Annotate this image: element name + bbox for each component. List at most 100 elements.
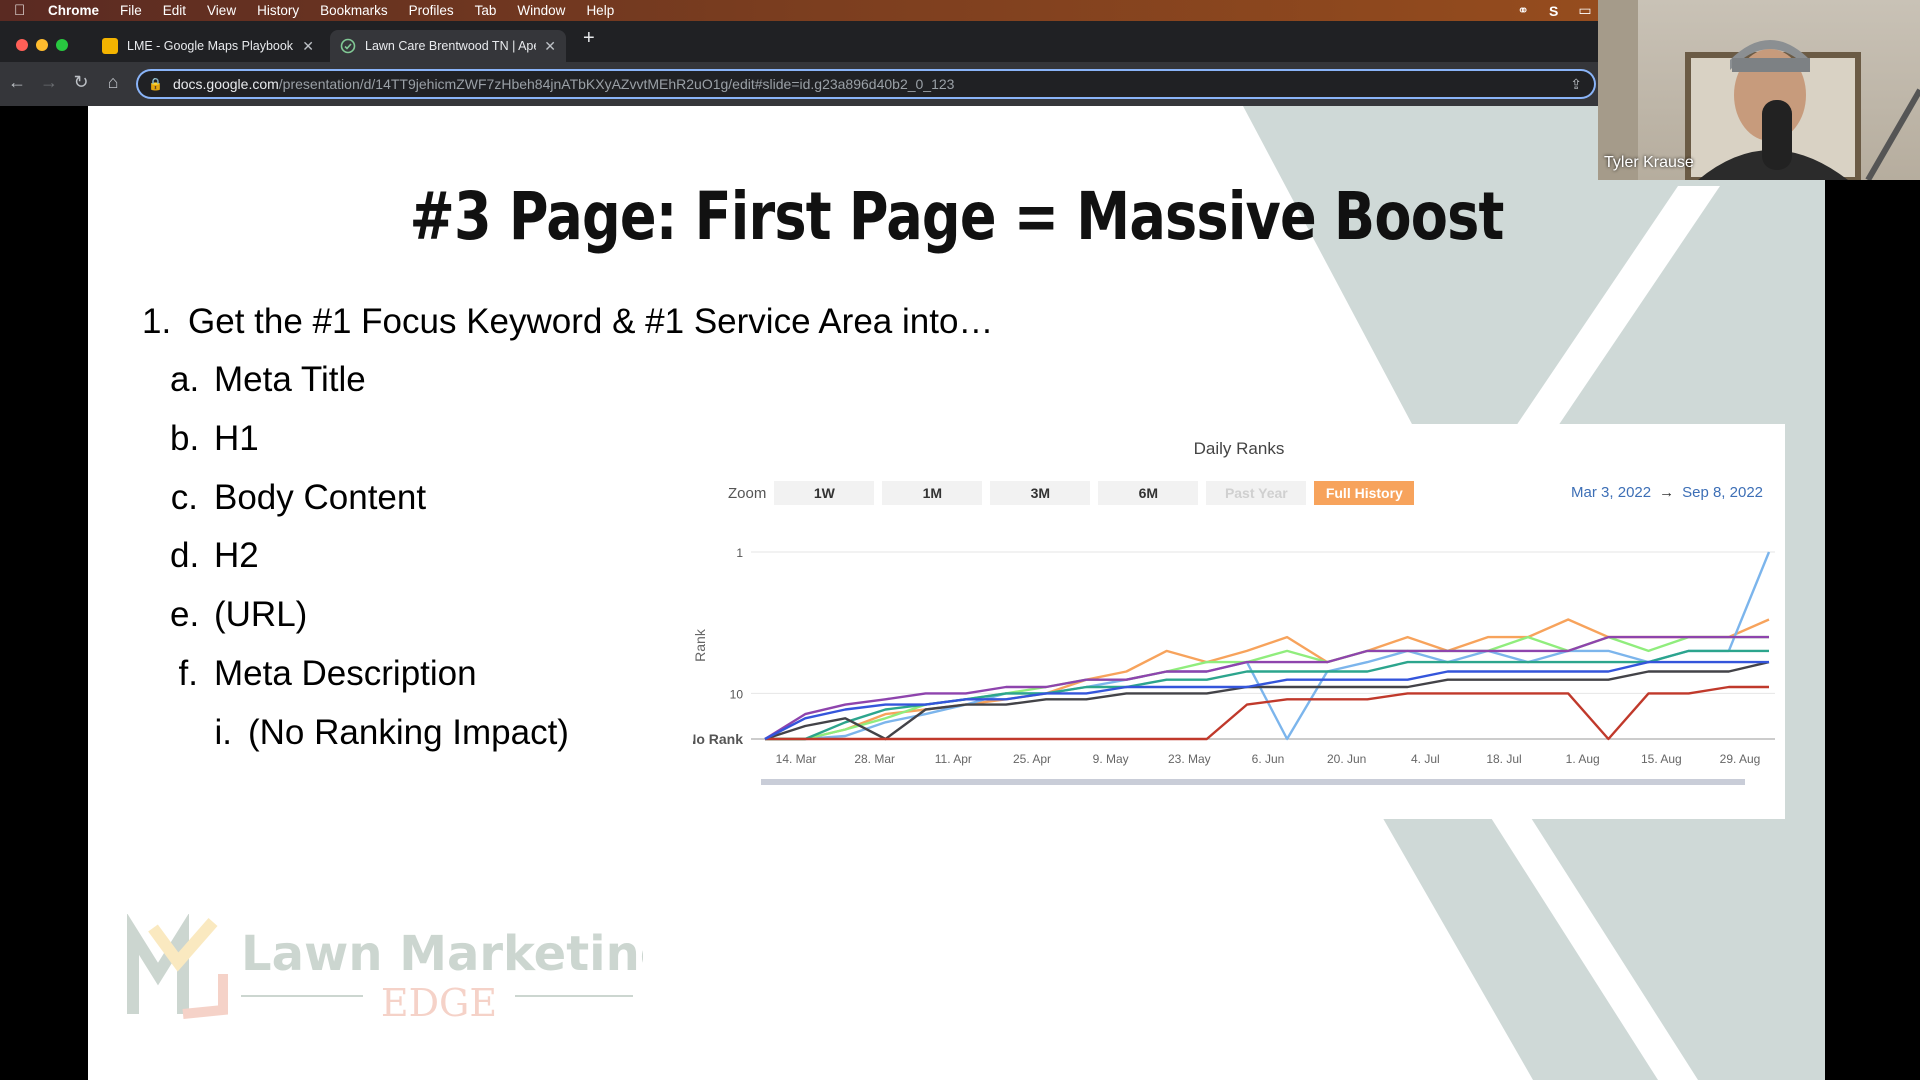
site-favicon-icon xyxy=(340,38,356,54)
bullet-text: H1 xyxy=(214,419,259,458)
series-line-7 xyxy=(765,685,1769,741)
url-path: /presentation/d/14TT9jehicmZWF7zHbeh84jn… xyxy=(278,76,955,92)
tab-google-maps-playbook[interactable]: LME - Google Maps Playbook V ✕ xyxy=(92,30,324,62)
bullet-b: b. H1 xyxy=(170,419,259,459)
bullet-f: f. Meta Description xyxy=(170,654,477,694)
zoom-6m-button[interactable]: 6M xyxy=(1098,481,1199,505)
close-tab-icon[interactable]: ✕ xyxy=(302,38,314,55)
bullet-marker: 1. xyxy=(142,302,172,341)
tab-title: Lawn Care Brentwood TN | Apex xyxy=(365,39,537,53)
display-icon[interactable]: ▭ xyxy=(1578,2,1591,19)
date-range[interactable]: Mar 3, 2022 → Sep 8, 2022 xyxy=(1571,484,1763,501)
webcam-person-image xyxy=(1598,0,1920,180)
bullet-text: H2 xyxy=(214,536,259,575)
webcam-overlay: Tyler Krause xyxy=(1598,0,1920,180)
bullet-text: Meta Description xyxy=(214,654,477,693)
menu-app-name[interactable]: Chrome xyxy=(48,3,99,18)
reload-icon[interactable]: ↻ xyxy=(70,72,92,93)
series-line-5 xyxy=(765,649,1769,741)
bullet-i: i. (No Ranking Impact) xyxy=(210,713,569,753)
x-tick-label: 6. Jun xyxy=(1252,752,1285,766)
daily-ranks-chart-panel: Daily Ranks Zoom 1W 1M 3M 6M Past Year F… xyxy=(693,424,1785,819)
close-window-icon[interactable] xyxy=(16,39,28,51)
bullet-1: 1. Get the #1 Focus Keyword & #1 Service … xyxy=(142,302,993,342)
menu-view[interactable]: View xyxy=(207,3,236,18)
bullet-marker: f. xyxy=(178,654,198,693)
y-tick-label: No Rank xyxy=(693,731,743,747)
tab-lawn-care-brentwood[interactable]: Lawn Care Brentwood TN | Apex ✕ xyxy=(330,30,566,62)
x-tick-label: 15. Aug xyxy=(1641,752,1682,766)
skype-icon[interactable]: S xyxy=(1549,3,1558,19)
slide-title: #3 Page: First Page = Massive Boost xyxy=(409,178,1504,255)
series-line-3 xyxy=(765,635,1769,741)
zoom-controls: Zoom 1W 1M 3M 6M Past Year Full History xyxy=(728,481,1415,505)
menu-profiles[interactable]: Profiles xyxy=(409,3,454,18)
bullet-text: (URL) xyxy=(214,595,308,634)
back-icon[interactable]: ← xyxy=(6,72,28,93)
bullet-a: a. Meta Title xyxy=(170,360,366,400)
y-tick-label: 1 xyxy=(736,546,743,560)
apple-icon[interactable]:  xyxy=(14,2,32,19)
minimize-window-icon[interactable] xyxy=(36,39,48,51)
bullet-text: (No Ranking Impact) xyxy=(248,713,569,752)
menu-window[interactable]: Window xyxy=(517,3,565,18)
bullet-c: c. Body Content xyxy=(170,478,426,518)
series-line-8 xyxy=(764,660,1769,741)
x-tick-label: 29. Aug xyxy=(1720,752,1761,766)
bullet-marker: b. xyxy=(170,419,200,458)
menu-file[interactable]: File xyxy=(120,3,142,18)
bullet-e: e. (URL) xyxy=(170,595,307,635)
zoom-3m-button[interactable]: 3M xyxy=(990,481,1091,505)
close-tab-icon[interactable]: ✕ xyxy=(544,38,556,55)
maximize-window-icon[interactable] xyxy=(56,39,68,51)
bullet-marker: a. xyxy=(170,360,200,399)
tab-title: LME - Google Maps Playbook V xyxy=(127,39,295,53)
date-from[interactable]: Mar 3, 2022 xyxy=(1571,484,1651,501)
zoom-1w-button[interactable]: 1W xyxy=(774,481,875,505)
address-bar[interactable]: 🔒 docs.google.com/presentation/d/14TT9je… xyxy=(136,69,1596,99)
series-line-2 xyxy=(765,551,1771,741)
bullet-marker: e. xyxy=(170,595,200,634)
x-tick-label: 25. Apr xyxy=(1013,752,1051,766)
lawn-marketing-edge-logo: Lawn Marketing EDGE xyxy=(127,914,643,1025)
menu-tab[interactable]: Tab xyxy=(475,3,497,18)
date-to[interactable]: Sep 8, 2022 xyxy=(1682,484,1763,501)
date-arrow: → xyxy=(1659,484,1675,501)
menu-history[interactable]: History xyxy=(257,3,299,18)
x-tick-label: 20. Jun xyxy=(1327,752,1366,766)
y-axis-label: Rank xyxy=(693,628,708,662)
chart-navigator xyxy=(761,779,1745,785)
bullet-marker: i. xyxy=(214,713,233,752)
series-line-6 xyxy=(764,660,1770,741)
zoom-past-year-button[interactable]: Past Year xyxy=(1206,481,1307,505)
bullet-text: Body Content xyxy=(214,478,427,517)
participant-name: Tyler Krause xyxy=(1604,154,1694,171)
x-tick-label: 28. Mar xyxy=(854,752,895,766)
zoom-full-history-button[interactable]: Full History xyxy=(1314,481,1415,505)
x-tick-label: 18. Jul xyxy=(1486,752,1521,766)
presentation-slide: #3 Page: First Page = Massive Boost 1. Ge… xyxy=(88,106,1825,1080)
lock-icon[interactable]: 🔒 xyxy=(148,77,163,91)
x-tick-label: 11. Apr xyxy=(935,752,972,766)
share-icon[interactable]: ⇪ xyxy=(1570,76,1582,93)
menu-edit[interactable]: Edit xyxy=(163,3,186,18)
bullet-marker: d. xyxy=(170,536,200,575)
x-tick-label: 9. May xyxy=(1093,752,1129,766)
tab-strip: LME - Google Maps Playbook V ✕ Lawn Care… xyxy=(0,21,1600,62)
browser-toolbar: ← → ↻ ⌂ 🔒 docs.google.com/presentation/d… xyxy=(0,62,1600,106)
logo-line1: Lawn Marketing xyxy=(241,926,643,982)
bullet-d: d. H2 xyxy=(170,536,259,576)
menu-help[interactable]: Help xyxy=(586,3,614,18)
series-line-1 xyxy=(765,618,1770,741)
forward-icon[interactable]: → xyxy=(38,72,60,93)
url-domain: docs.google.com xyxy=(172,76,279,92)
creative-cloud-icon[interactable]: ⚭ xyxy=(1517,2,1529,19)
x-tick-label: 1. Aug xyxy=(1566,752,1600,766)
home-icon[interactable]: ⌂ xyxy=(102,72,124,93)
menu-bookmarks[interactable]: Bookmarks xyxy=(320,3,388,18)
bullet-text: Get the #1 Focus Keyword & #1 Service Ar… xyxy=(188,302,994,341)
zoom-1m-button[interactable]: 1M xyxy=(882,481,983,505)
chart-title: Daily Ranks xyxy=(1193,439,1285,458)
bullet-text: Meta Title xyxy=(214,360,366,399)
new-tab-icon[interactable]: + xyxy=(583,27,595,50)
